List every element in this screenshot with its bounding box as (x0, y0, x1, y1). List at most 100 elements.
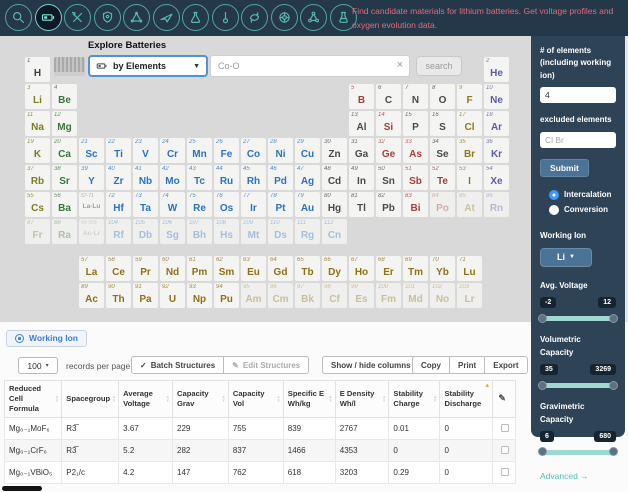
element-cell-Sn[interactable]: 50Sn (376, 165, 401, 190)
flask-icon[interactable] (182, 4, 209, 31)
column-header-e-density-wh-l[interactable]: E Density Wh/l▲▼ (335, 381, 389, 418)
column-header-reduced-cell-formula[interactable]: Reduced Cell Formula▲▼ (5, 381, 62, 418)
element-cell-Rf[interactable]: 104Rf (106, 219, 131, 244)
element-cell-Md[interactable]: 101Md (403, 283, 428, 308)
column-header-average-voltage[interactable]: Average Voltage▲▼ (119, 381, 173, 418)
element-cell-Mg[interactable]: 12Mg (52, 111, 77, 136)
element-cell-Am[interactable]: 95Am (241, 283, 266, 308)
slider-track[interactable] (540, 316, 616, 321)
element-cell-Ne[interactable]: 10Ne (484, 84, 509, 109)
element-cell-Ca[interactable]: 20Ca (52, 138, 77, 163)
row-checkbox[interactable] (501, 468, 509, 476)
element-cell-Cm[interactable]: 96Cm (268, 283, 293, 308)
element-cell-As[interactable]: 33As (403, 138, 428, 163)
element-cell-Ag[interactable]: 47Ag (295, 165, 320, 190)
element-cell-Ds[interactable]: 110Ds (268, 219, 293, 244)
slider-track[interactable] (540, 450, 616, 455)
element-cell-B[interactable]: 5B (349, 84, 374, 109)
battery-app-icon[interactable] (35, 4, 62, 31)
num-elements-input[interactable] (540, 87, 616, 103)
print-button[interactable]: Print (449, 356, 485, 374)
excluded-elements-input[interactable] (540, 132, 616, 148)
slider-handle-min[interactable] (538, 314, 547, 323)
element-cell-Sc[interactable]: 21Sc (79, 138, 104, 163)
element-cell-Ir[interactable]: 77Ir (241, 192, 266, 217)
element-cell-Tb[interactable]: 65Tb (295, 256, 320, 281)
element-cell-Os[interactable]: 76Os (214, 192, 239, 217)
working-ion-legend-button[interactable]: Working Ion (6, 330, 87, 347)
element-cell-Cn[interactable]: 112Cn (322, 219, 347, 244)
working-ion-select[interactable]: Li ▼ (540, 248, 592, 267)
element-cell-Mt[interactable]: 109Mt (241, 219, 266, 244)
element-cell-Er[interactable]: 68Er (376, 256, 401, 281)
element-cell-Rb[interactable]: 37Rb (25, 165, 50, 190)
slider-handle-min[interactable] (538, 381, 547, 390)
element-cell-U[interactable]: 92U (160, 283, 185, 308)
element-cell-Ge[interactable]: 32Ge (376, 138, 401, 163)
element-cell-Np[interactable]: 93Np (187, 283, 212, 308)
element-cell-Pu[interactable]: 94Pu (214, 283, 239, 308)
bird-icon[interactable] (153, 4, 180, 31)
element-cell-Lu[interactable]: 71Lu (457, 256, 482, 281)
element-cell-Ru[interactable]: 44Ru (214, 165, 239, 190)
element-cell-Rg[interactable]: 111Rg (295, 219, 320, 244)
element-cell-Ho[interactable]: 67Ho (349, 256, 374, 281)
element-cell-V[interactable]: 23V (133, 138, 158, 163)
element-cell-P[interactable]: 15P (403, 111, 428, 136)
element-cell-Fr[interactable]: 87Fr (25, 219, 50, 244)
radio-dot-icon[interactable] (549, 190, 559, 200)
element-cell-Mn[interactable]: 25Mn (187, 138, 212, 163)
phase-diagram-icon[interactable] (123, 4, 150, 31)
element-cell-Re[interactable]: 75Re (187, 192, 212, 217)
search-icon[interactable] (5, 4, 32, 31)
element-cell-Sm[interactable]: 62Sm (214, 256, 239, 281)
element-cell-Fe[interactable]: 26Fe (214, 138, 239, 163)
radio-dot-icon[interactable] (549, 205, 559, 215)
element-cell-Bh[interactable]: 107Bh (187, 219, 212, 244)
element-cell-Ba[interactable]: 56Ba (52, 192, 77, 217)
element-cell-Na[interactable]: 11Na (25, 111, 50, 136)
element-cell-La[interactable]: 57La (79, 256, 104, 281)
element-cell-Kr[interactable]: 36Kr (484, 138, 509, 163)
element-cell-Cs[interactable]: 55Cs (25, 192, 50, 217)
element-cell-Fm[interactable]: 100Fm (376, 283, 401, 308)
column-header-capacity-vol[interactable]: Capacity Vol▲▼ (228, 381, 283, 418)
element-cell-Gd[interactable]: 64Gd (268, 256, 293, 281)
element-cell-Ta[interactable]: 73Ta (133, 192, 158, 217)
element-cell-Ac-Lr[interactable]: 89-103Ac-Lr (79, 219, 104, 244)
element-cell-Xe[interactable]: 54Xe (484, 165, 509, 190)
element-cell-N[interactable]: 7N (403, 84, 428, 109)
element-cell-Hg[interactable]: 80Hg (322, 192, 347, 217)
element-cell-Tm[interactable]: 69Tm (403, 256, 428, 281)
advanced-link[interactable]: Advanced → (540, 471, 616, 481)
element-cell-Au[interactable]: 79Au (295, 192, 320, 217)
element-cell-O[interactable]: 8O (430, 84, 455, 109)
element-cell-Cf[interactable]: 98Cf (322, 283, 347, 308)
element-cell-Ra[interactable]: 88Ra (52, 219, 77, 244)
radio-conversion[interactable]: Conversion (549, 205, 616, 215)
thermometer-icon[interactable] (212, 4, 239, 31)
submit-button[interactable]: Submit (540, 159, 589, 177)
element-cell-Y[interactable]: 39Y (79, 165, 104, 190)
sync-arrows-icon[interactable] (241, 4, 268, 31)
slider-handle-max[interactable] (609, 381, 618, 390)
element-cell-Co[interactable]: 27Co (241, 138, 266, 163)
slider-track[interactable] (540, 383, 616, 388)
element-cell-No[interactable]: 102No (430, 283, 455, 308)
element-cell-Zr[interactable]: 40Zr (106, 165, 131, 190)
element-cell-Ni[interactable]: 28Ni (268, 138, 293, 163)
molecule-icon[interactable] (300, 4, 327, 31)
element-cell-Hf[interactable]: 72Hf (106, 192, 131, 217)
element-cell-Se[interactable]: 34Se (430, 138, 455, 163)
element-cell-Al[interactable]: 13Al (349, 111, 374, 136)
element-cell-Lr[interactable]: 103Lr (457, 283, 482, 308)
element-cell-Te[interactable]: 52Te (430, 165, 455, 190)
element-cell-Sg[interactable]: 106Sg (160, 219, 185, 244)
element-cell-Cd[interactable]: 48Cd (322, 165, 347, 190)
tools-icon[interactable] (64, 4, 91, 31)
element-cell-Mo[interactable]: 42Mo (160, 165, 185, 190)
element-cell-Nb[interactable]: 41Nb (133, 165, 158, 190)
slider-handle-max[interactable] (609, 314, 618, 323)
element-cell-Cu[interactable]: 29Cu (295, 138, 320, 163)
element-cell-S[interactable]: 16S (430, 111, 455, 136)
